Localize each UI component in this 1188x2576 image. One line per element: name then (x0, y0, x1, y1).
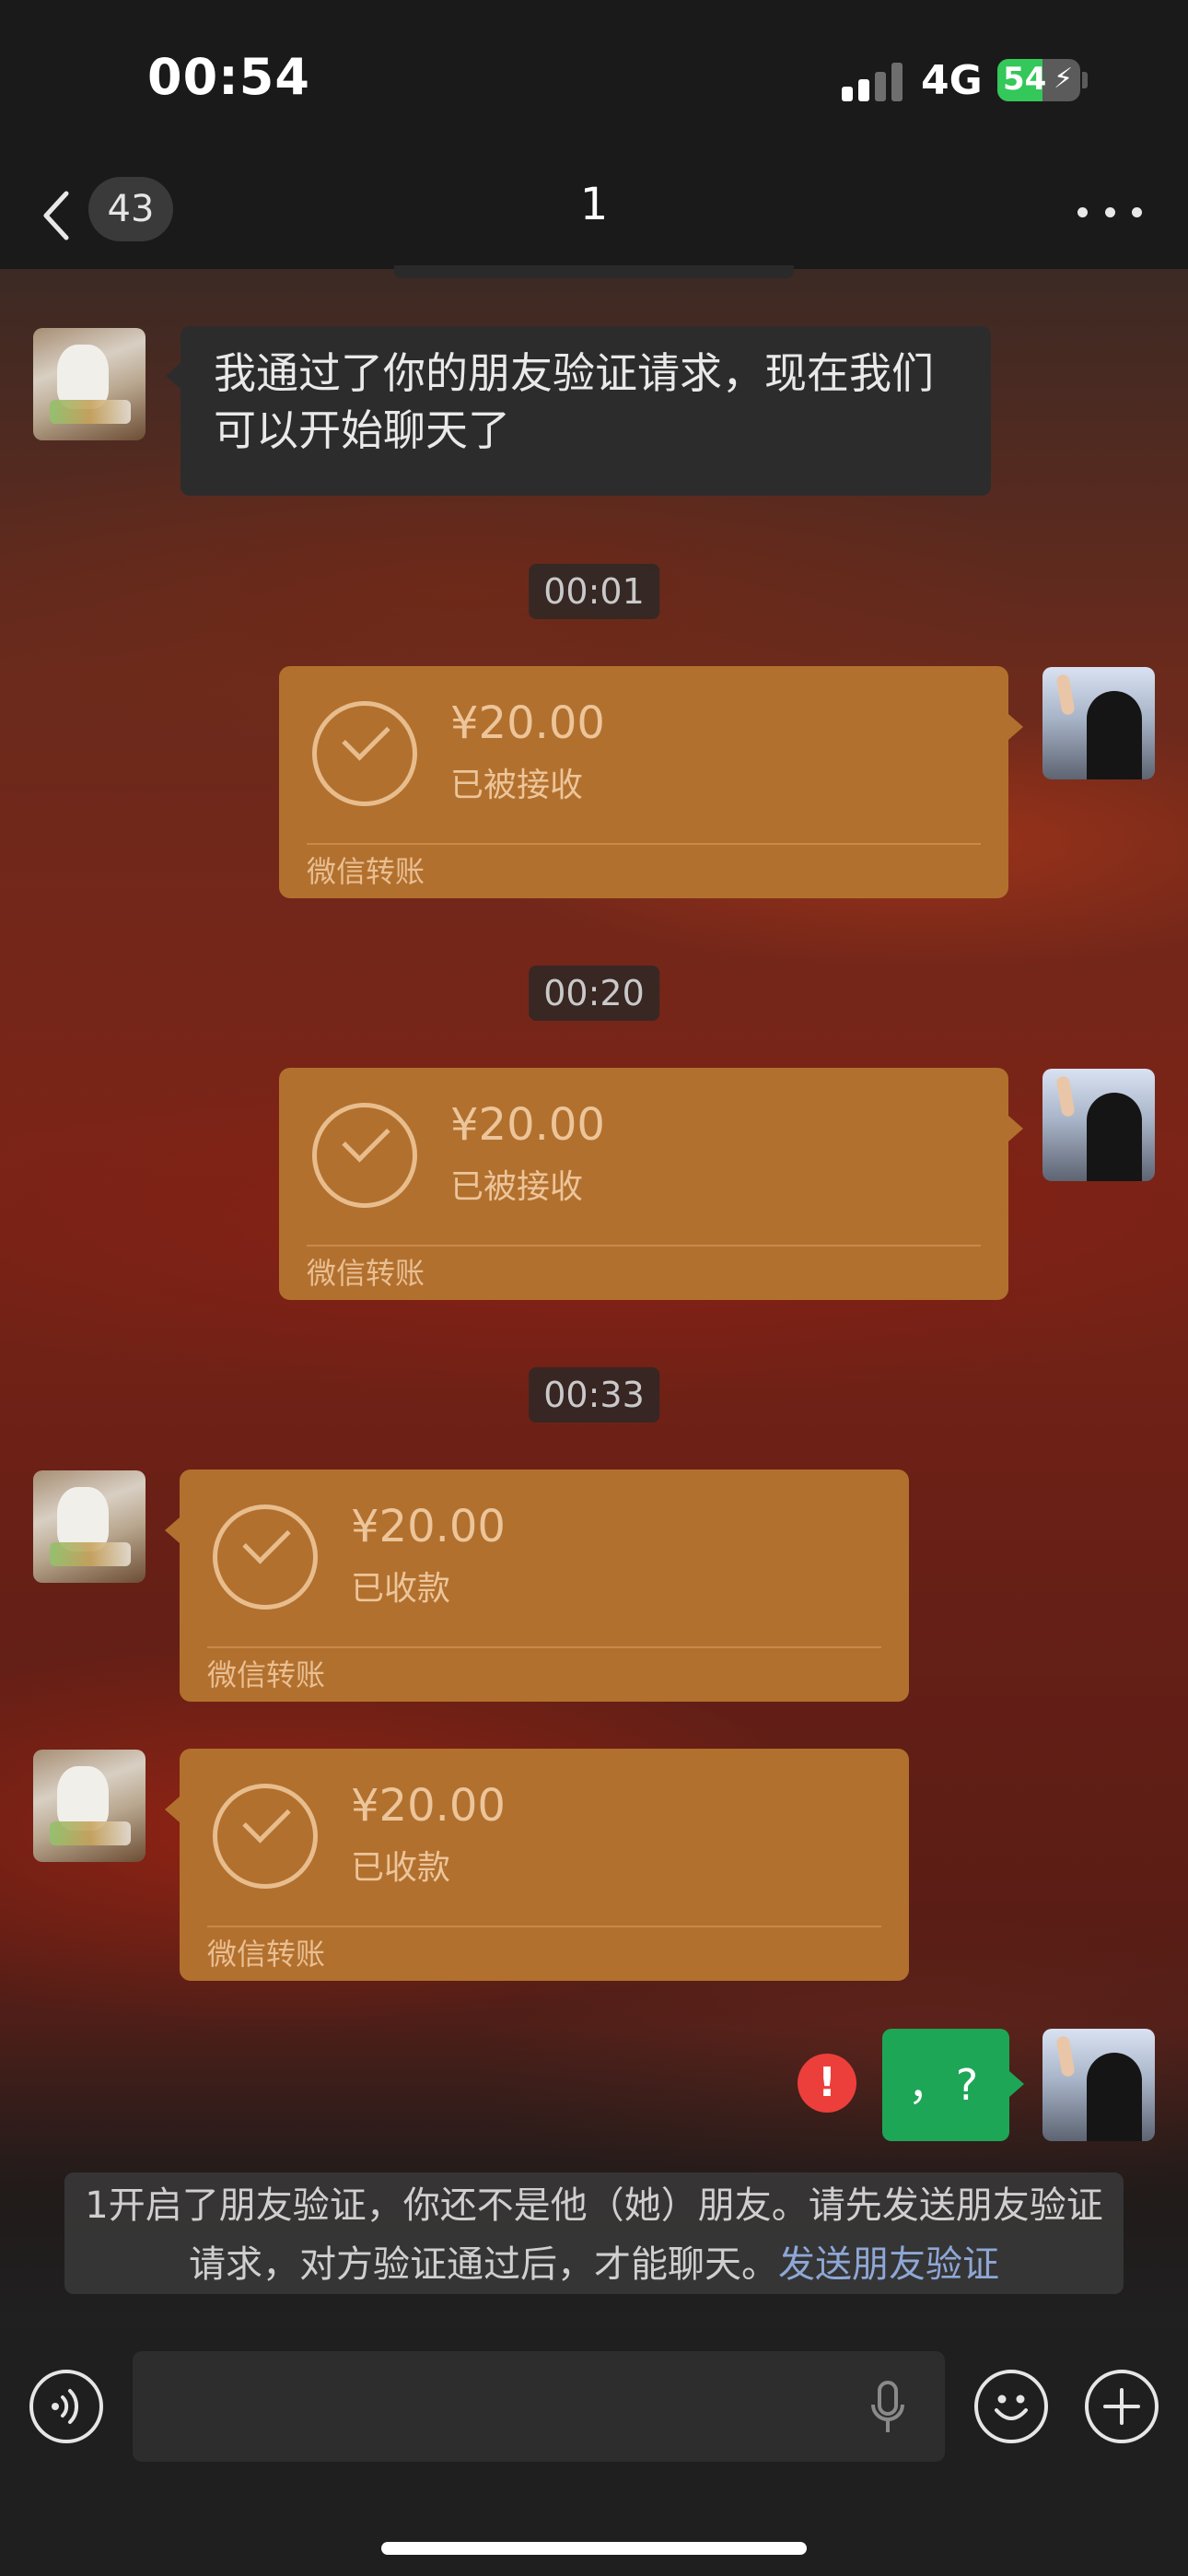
transfer-divider (207, 1646, 881, 1648)
status-bar: 00:54 4G 54 ⚡ (0, 0, 1188, 166)
emoji-icon[interactable] (974, 2370, 1048, 2443)
message-timestamp: 00:33 (529, 1367, 659, 1423)
charging-bolt-icon: ⚡ (1054, 63, 1074, 95)
friend-verification-notice: 1开启了朋友验证，你还不是他（她）朋友。请先发送朋友验证请求，对方验证通过后，才… (64, 2172, 1124, 2294)
send-failed-icon[interactable]: ! (798, 2054, 856, 2113)
voice-icon[interactable] (29, 2370, 103, 2443)
transfer-divider (307, 1245, 981, 1247)
transfer-brand: 微信转账 (207, 1937, 326, 1972)
battery-tip (1082, 72, 1088, 88)
message-bubble-sent[interactable]: ，? (882, 2029, 1024, 2141)
transfer-amount: ¥20.00 (351, 1780, 506, 1832)
transfer-card-received[interactable]: ¥20.00 已收款 微信转账 (165, 1469, 909, 1702)
back-chevron-icon[interactable] (35, 182, 90, 247)
contact-avatar[interactable] (33, 328, 146, 440)
status-time: 00:54 (147, 48, 310, 106)
my-avatar[interactable] (1042, 1069, 1155, 1181)
transfer-amount: ¥20.00 (450, 697, 605, 749)
check-circle-icon (213, 1784, 318, 1889)
signal-icon (842, 63, 906, 101)
check-circle-icon (312, 701, 417, 806)
my-avatar[interactable] (1042, 667, 1155, 779)
input-bar (0, 2329, 1188, 2576)
contact-avatar[interactable] (33, 1750, 146, 1862)
message-bubble-received[interactable]: 我通过了你的朋友验证请求，现在我们可以开始聊天了 (166, 326, 991, 496)
transfer-status: 已收款 (351, 1849, 451, 1887)
transfer-divider (207, 1926, 881, 1927)
transfer-status: 已收款 (351, 1570, 451, 1608)
transfer-divider (307, 843, 981, 845)
contact-avatar[interactable] (33, 1470, 146, 1583)
plus-icon[interactable] (1085, 2370, 1159, 2443)
my-avatar[interactable] (1042, 2029, 1155, 2141)
check-circle-icon (312, 1103, 417, 1208)
transfer-amount: ¥20.00 (351, 1501, 506, 1552)
network-type: 4G (921, 57, 983, 104)
home-indicator (381, 2542, 807, 2555)
transfer-brand: 微信转账 (307, 854, 425, 889)
check-circle-icon (213, 1505, 318, 1610)
more-dots-icon[interactable] (1077, 203, 1142, 221)
message-text: 我通过了你的朋友验证请求，现在我们可以开始聊天了 (214, 348, 934, 455)
chat-header: 43 1 (0, 166, 1188, 269)
microphone-icon[interactable] (869, 2379, 906, 2438)
transfer-amount: ¥20.00 (450, 1099, 605, 1151)
transfer-card-received[interactable]: ¥20.00 已收款 微信转账 (165, 1749, 909, 1981)
transfer-card-sent[interactable]: ¥20.00 已被接收 微信转账 (279, 1068, 1023, 1300)
message-timestamp: 00:20 (529, 966, 659, 1021)
transfer-status: 已被接收 (450, 767, 584, 804)
battery-level: 54 (1003, 61, 1047, 98)
header-edge (394, 265, 794, 278)
transfer-status: 已被接收 (450, 1168, 584, 1206)
unread-count-badge[interactable]: 43 (88, 177, 173, 241)
message-timestamp: 00:01 (529, 564, 659, 619)
send-verification-link[interactable]: 发送朋友验证 (778, 2243, 999, 2286)
transfer-card-sent[interactable]: ¥20.00 已被接收 微信转账 (279, 666, 1023, 898)
transfer-brand: 微信转账 (307, 1256, 425, 1291)
transfer-brand: 微信转账 (207, 1657, 326, 1692)
message-input[interactable] (133, 2351, 945, 2462)
battery-icon: 54 ⚡ (997, 59, 1080, 101)
chat-title: 1 (579, 179, 609, 230)
